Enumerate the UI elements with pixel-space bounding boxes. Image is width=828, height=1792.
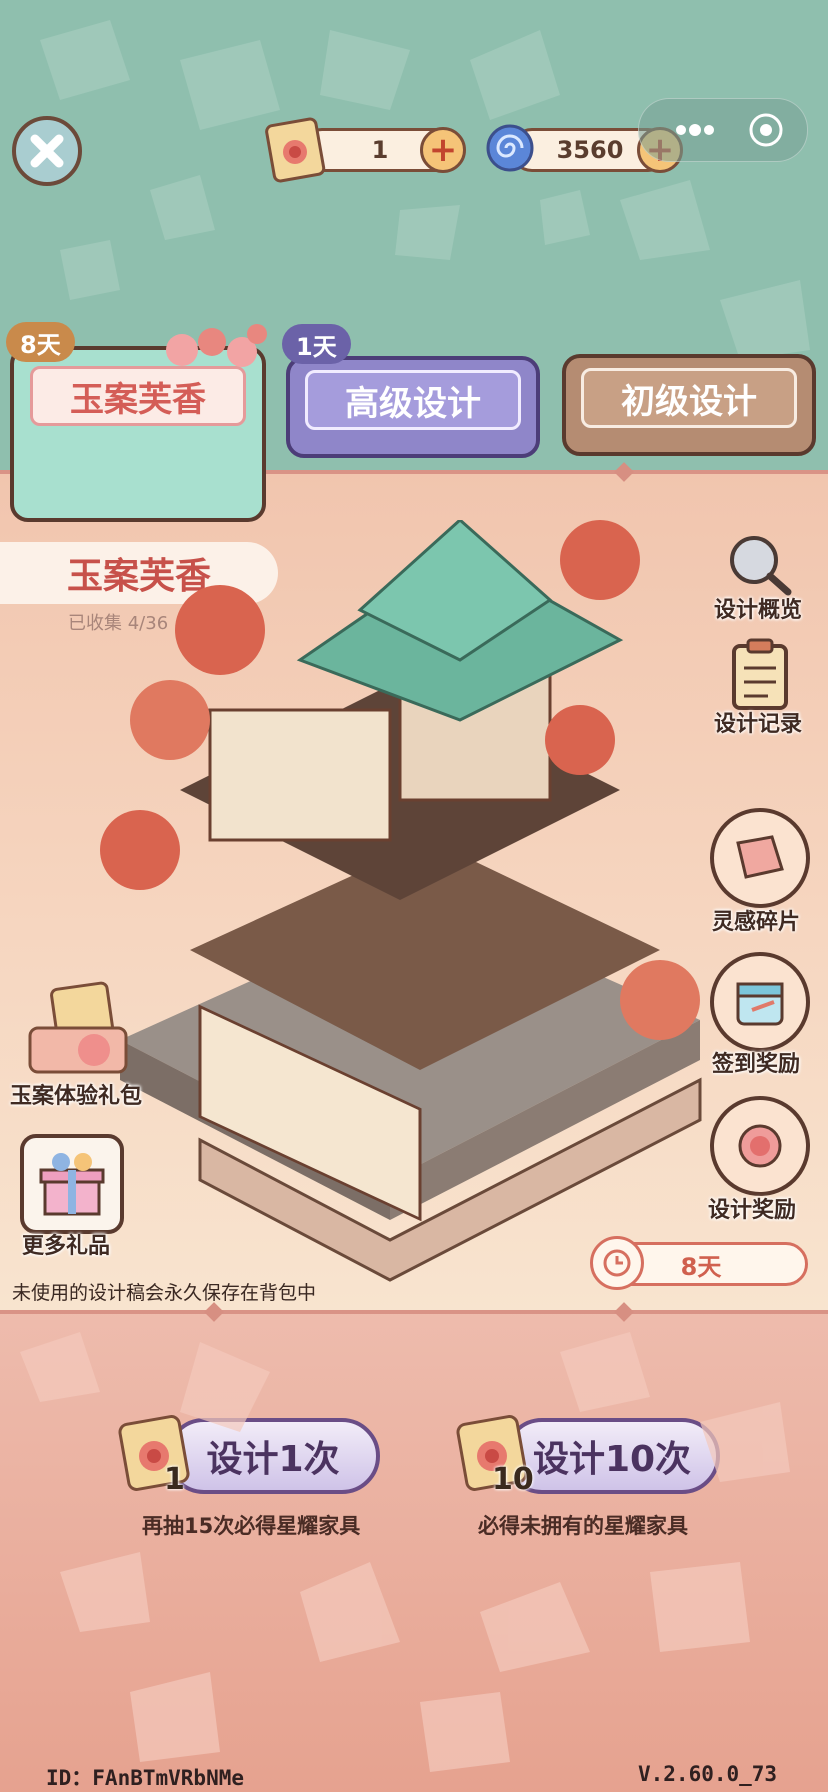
puzzle-icon — [736, 835, 784, 879]
calendar-icon — [736, 982, 784, 1026]
close-button[interactable] — [12, 116, 82, 186]
checkin-reward-button[interactable] — [710, 952, 810, 1052]
design-reward-label: 设计奖励 — [708, 1198, 797, 1223]
more-options-button[interactable] — [673, 115, 717, 149]
tab-label: 高级设计 — [345, 383, 481, 424]
trial-pack-button[interactable] — [24, 980, 134, 1080]
rose-icon — [738, 1124, 782, 1168]
timer-text: 8天 — [680, 1252, 722, 1281]
shard-pattern-bottom — [20, 1332, 790, 1772]
gift-pack-icon — [28, 981, 128, 1074]
inspiration-fragments-button[interactable] — [710, 808, 810, 908]
trial-pack-label: 玉案体验礼包 — [10, 1084, 143, 1109]
checkin-label: 签到奖励 — [712, 1052, 801, 1077]
record-button[interactable] — [728, 638, 792, 712]
design-reward-button[interactable] — [710, 1096, 810, 1196]
add-ticket-button[interactable]: + — [420, 127, 466, 173]
spiral-gem-icon — [484, 122, 536, 174]
system-capsule — [638, 98, 808, 162]
clipboard-icon — [732, 638, 788, 710]
tab-label-box: 高级设计 — [305, 370, 521, 430]
magnifier-icon — [730, 536, 792, 596]
bottom-background — [0, 1312, 828, 1792]
overview-label: 设计概览 — [714, 598, 803, 623]
scroll-ticket-icon — [262, 114, 328, 184]
close-icon — [30, 134, 64, 168]
clock-icon — [590, 1236, 644, 1290]
more-gifts-button[interactable] — [20, 1134, 124, 1234]
tab-advanced-design[interactable]: 高级设计 — [286, 356, 540, 458]
overview-button[interactable] — [720, 530, 800, 600]
inspiration-label: 灵感碎片 — [712, 910, 801, 935]
more-gifts-label: 更多礼品 — [22, 1234, 111, 1259]
house-illustration — [100, 517, 720, 1300]
tab-label-box: 初级设计 — [581, 368, 797, 428]
target-icon — [749, 113, 783, 147]
storage-note: 未使用的设计稿会永久保存在背包中 — [12, 1282, 317, 1304]
ticket-count: 1 — [371, 136, 389, 164]
tab-day-badge: 1天 — [282, 324, 351, 364]
gift-box-icon — [39, 1153, 105, 1216]
tab-basic-design[interactable]: 初级设计 — [562, 354, 816, 456]
badge-text: 8天 — [20, 330, 61, 359]
tab-label: 初级设计 — [621, 381, 757, 422]
tab-day-badge: 8天 — [6, 322, 75, 362]
rose-decoration-icon — [152, 320, 272, 380]
gem-count: 3560 — [556, 136, 624, 164]
badge-text: 1天 — [296, 332, 337, 361]
exit-miniprogram-button[interactable] — [747, 111, 785, 153]
more-dots-icon — [676, 124, 714, 136]
record-label: 设计记录 — [714, 712, 803, 737]
